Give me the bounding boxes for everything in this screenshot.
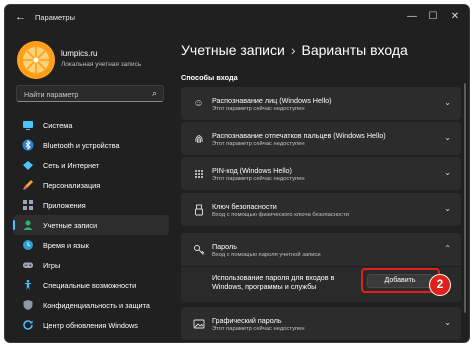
face-icon: ☺	[193, 98, 204, 109]
sidebar-item-privacy[interactable]: Конфиденциальность и защита	[13, 295, 169, 315]
sidebar-item-apps[interactable]: Приложения	[13, 195, 169, 215]
card-title: Распознавание отпечатков пальцев (Window…	[212, 131, 386, 140]
close-button[interactable]: ✕	[445, 10, 465, 24]
maximize-button[interactable]: ☐	[423, 10, 443, 24]
chevron-down-icon[interactable]: ⌄	[444, 204, 451, 213]
sidebar-item-label: Конфиденциальность и защита	[43, 301, 150, 310]
app-title: Параметры	[35, 13, 75, 22]
user-name: lumpics.ru	[61, 49, 98, 58]
sidebar-item-bluetooth[interactable]: Bluetooth и устройства	[13, 135, 169, 155]
step-badge: 2	[429, 274, 451, 296]
fingerprint-icon	[192, 132, 205, 145]
title-bar: ← Параметры — ☐ ✕	[5, 5, 469, 31]
sidebar-item-label: Учетные записи	[43, 221, 98, 230]
card-title: Ключ безопасности	[212, 202, 277, 211]
sidebar-item-label: Время и язык	[43, 241, 89, 250]
pin-grid-icon	[192, 167, 205, 180]
card-subtitle: Этот параметр сейчас недоступен	[212, 106, 305, 112]
person-icon	[22, 219, 34, 231]
highlight-frame: Добавить	[361, 268, 440, 293]
password-description: Использование пароля для входов в Window…	[212, 273, 335, 291]
sidebar-item-personalization[interactable]: Персонализация	[13, 175, 169, 195]
card-title: Графический пароль	[212, 316, 282, 325]
sidebar-item-label: Система	[43, 121, 73, 130]
sidebar-item-label: Специальные возможности	[43, 281, 137, 290]
card-title: Пароль	[212, 242, 237, 251]
brush-icon	[22, 179, 34, 191]
add-password-button[interactable]: Добавить	[367, 274, 433, 288]
search-placeholder: Найти параметр	[24, 90, 79, 99]
sidebar-item-label: Игры	[43, 261, 61, 270]
card-picture-password[interactable]: Графический пароль Этот параметр сейчас …	[181, 307, 461, 340]
card-subtitle: Вход с помощью физического ключа безопас…	[212, 212, 349, 218]
sidebar-item-time-language[interactable]: Время и язык	[13, 235, 169, 255]
sidebar-item-label: Сеть и Интернет	[43, 161, 100, 170]
monitor-icon	[22, 119, 34, 131]
back-arrow-icon[interactable]: ←	[15, 11, 26, 23]
page-title: Варианты входа	[301, 42, 408, 58]
card-face-recognition[interactable]: ☺ Распознавание лиц (Windows Hello) Этот…	[181, 87, 461, 120]
card-subtitle: Этот параметр сейчас недоступен	[212, 326, 305, 332]
minimize-button[interactable]: —	[402, 10, 422, 24]
card-subtitle: Этот параметр сейчас недоступен	[212, 176, 305, 182]
settings-window: ← Параметры — ☐ ✕ lumpics.ru Локальная у…	[4, 4, 470, 343]
card-title: PIN-код (Windows Hello)	[212, 166, 292, 175]
section-title: Способы входа	[181, 73, 238, 82]
globe-clock-icon	[22, 239, 34, 251]
chevron-down-icon[interactable]: ⌄	[444, 98, 451, 107]
usb-key-icon	[192, 203, 205, 216]
search-icon[interactable]: ⌕	[152, 88, 157, 99]
wifi-icon	[22, 159, 34, 171]
sidebar-item-label: Персонализация	[43, 181, 101, 190]
sidebar-item-label: Центр обновления Windows	[43, 321, 138, 330]
active-indicator	[13, 220, 15, 230]
chevron-down-icon[interactable]: ⌄	[444, 318, 451, 327]
card-pin[interactable]: PIN-код (Windows Hello) Этот параметр се…	[181, 157, 461, 190]
password-panel: Использование пароля для входов в Window…	[181, 266, 461, 302]
card-subtitle: Вход с помощью пароля учетной записи	[212, 252, 321, 258]
search-input[interactable]: Найти параметр ⌕	[16, 85, 164, 102]
card-fingerprint[interactable]: Распознавание отпечатков пальцев (Window…	[181, 122, 461, 155]
sidebar-item-accessibility[interactable]: Специальные возможности	[13, 275, 169, 295]
sidebar-item-accounts[interactable]: Учетные записи	[13, 215, 169, 235]
chevron-down-icon[interactable]: ⌄	[444, 133, 451, 142]
shield-icon	[22, 299, 34, 311]
card-subtitle: Этот параметр сейчас недоступен	[212, 141, 305, 147]
card-security-key[interactable]: Ключ безопасности Вход с помощью физичес…	[181, 193, 461, 226]
sidebar-item-system[interactable]: Система	[13, 115, 169, 135]
sidebar-item-network[interactable]: Сеть и Интернет	[13, 155, 169, 175]
sidebar-item-windows-update[interactable]: Центр обновления Windows	[13, 315, 169, 335]
sidebar-item-gaming[interactable]: Игры	[13, 255, 169, 275]
sidebar-nav: Система Bluetooth и устройства Сеть и Ин…	[13, 115, 169, 335]
bluetooth-icon	[22, 139, 34, 151]
breadcrumb-parent[interactable]: Учетные записи	[181, 42, 285, 58]
sidebar-item-label: Bluetooth и устройства	[43, 141, 120, 150]
key-icon	[192, 243, 205, 256]
card-title: Распознавание лиц (Windows Hello)	[212, 96, 332, 105]
sidebar-item-label: Приложения	[43, 201, 86, 210]
breadcrumb-separator: ›	[290, 42, 296, 58]
gamepad-icon	[22, 259, 34, 271]
account-type: Локальная учетная запись	[61, 61, 142, 68]
scrollbar[interactable]	[464, 83, 466, 313]
accessibility-icon	[22, 279, 34, 291]
avatar	[17, 41, 55, 79]
chevron-up-icon[interactable]: ⌃	[444, 244, 451, 253]
update-icon	[22, 319, 34, 331]
card-password[interactable]: Пароль Вход с помощью пароля учетной зап…	[181, 233, 461, 302]
apps-icon	[22, 199, 34, 211]
breadcrumb: Учетные записи › Варианты входа	[181, 42, 408, 58]
chevron-down-icon[interactable]: ⌄	[444, 168, 451, 177]
picture-icon	[192, 317, 205, 330]
